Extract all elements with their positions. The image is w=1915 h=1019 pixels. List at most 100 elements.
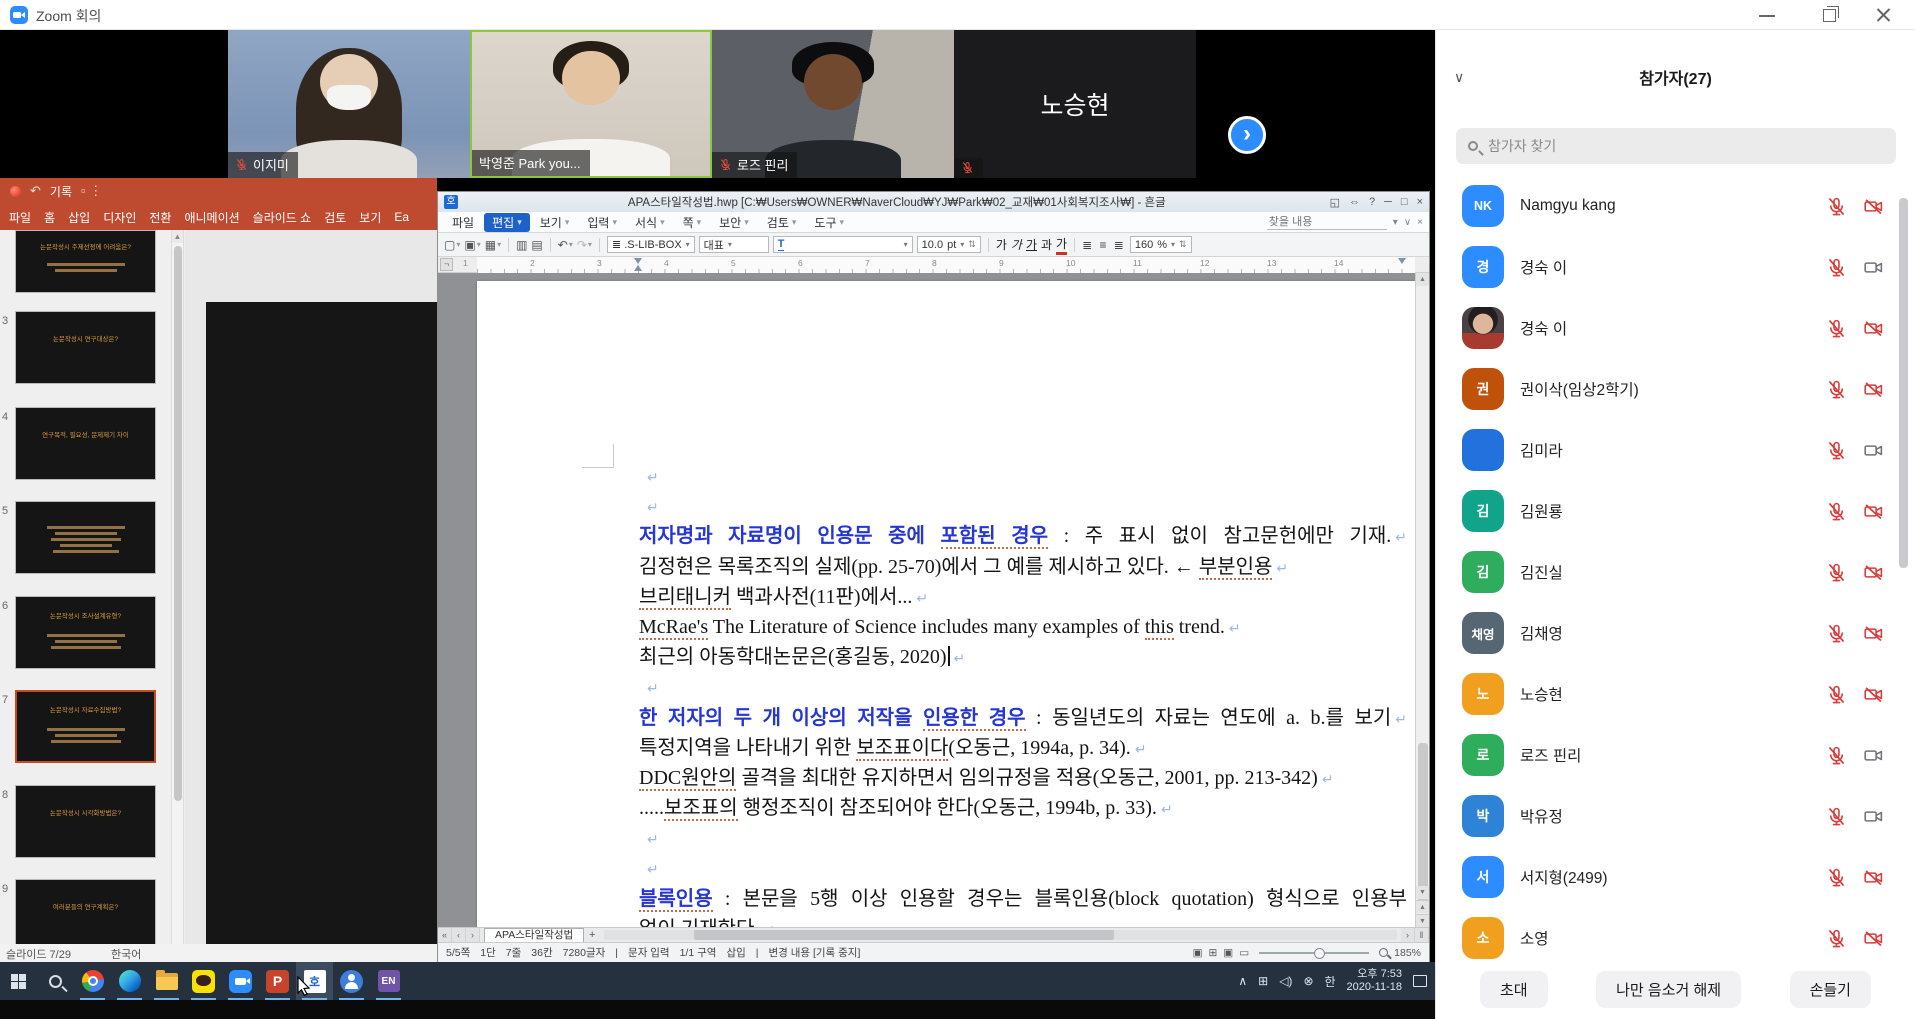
find-control-icon[interactable]: × [1417, 217, 1423, 228]
tab-nav-button[interactable]: « [438, 928, 452, 942]
participant-row[interactable]: 권권이삭(임상2학기) [1436, 361, 1898, 417]
hwp-menu-입력[interactable]: 입력▾ [579, 213, 625, 232]
hwp-menu-보기[interactable]: 보기▾ [532, 213, 578, 232]
scroll-up-icon[interactable]: ▲ [1416, 273, 1429, 286]
view-mode-icon[interactable]: ▣ [1193, 947, 1203, 959]
close-icon[interactable]: × [1417, 196, 1423, 209]
ppt-menu-item[interactable]: 파일 [9, 209, 31, 226]
page-up-button[interactable]: ▲ [1416, 900, 1429, 913]
tray-icon[interactable]: ⊞ [1258, 974, 1268, 988]
scroll-right-button[interactable]: › [1401, 928, 1415, 942]
new-document-icon[interactable]: ▢▾ [444, 238, 460, 252]
endnote-app[interactable]: EN [370, 962, 407, 1000]
save-icon[interactable]: ▦▾ [485, 238, 501, 252]
video-tile[interactable]: 박영준 Park you... [470, 30, 712, 178]
find-input[interactable] [1267, 215, 1387, 230]
zoom-app[interactable] [222, 962, 259, 1000]
restore-button[interactable] [1807, 0, 1853, 30]
open-icon[interactable]: ▣▾ [464, 238, 480, 252]
print-icon[interactable]: ▥ [516, 238, 527, 252]
document-page[interactable]: ↵↵저자명과 자료명이 인용문 중에 포함된 경우 : 주 표시 없이 참고문헌… [477, 281, 1415, 927]
participant-row[interactable]: 경경숙 이 [1436, 239, 1898, 295]
indent-marker[interactable] [634, 265, 642, 271]
find-control-icon[interactable]: ▾ [1393, 217, 1398, 228]
find-control-icon[interactable]: ∨ [1404, 217, 1411, 228]
slide-thumbnail[interactable]: 논문작성시 시각화방법은? [15, 785, 156, 858]
raise-hand-button[interactable]: 손들기 [1790, 971, 1871, 1008]
scroll-right-button[interactable]: ‖ [1415, 928, 1429, 942]
tab-nav-button[interactable]: ‹ [452, 928, 466, 942]
tab-nav-button[interactable]: › [466, 928, 480, 942]
tray-icon[interactable]: ⊗ [1303, 974, 1313, 988]
participant-row[interactable]: 채영김채영 [1436, 605, 1898, 661]
view-mode-icon[interactable]: ▣ [1223, 947, 1233, 959]
ppt-menu-item[interactable]: 전환 [149, 209, 171, 226]
scrollbar-thumb[interactable] [694, 930, 1114, 940]
style-combo[interactable]: ≣ .S-LIB-BOX▾ [607, 236, 695, 253]
minimize-icon[interactable]: ─ [1384, 196, 1392, 209]
video-tile[interactable]: 노승현 [954, 30, 1196, 178]
participant-row[interactable]: 로로즈 핀리 [1436, 727, 1898, 783]
hwp-menu-도구[interactable]: 도구▾ [806, 213, 852, 232]
powerpoint-app[interactable]: P [259, 962, 296, 1000]
redo-icon[interactable]: ↷▾ [577, 238, 592, 252]
ime-indicator[interactable]: 한 [1325, 973, 1336, 990]
maximize-icon[interactable]: □ [1401, 196, 1408, 209]
ppt-menu-item[interactable]: 슬라이드 쇼 [253, 209, 312, 226]
copy-icon[interactable]: ▤ [531, 238, 542, 252]
scroll-up-icon[interactable]: ▲ [172, 230, 183, 243]
hwp-menu-검토[interactable]: 검토▾ [759, 213, 805, 232]
page-down-button[interactable]: ▼ [1416, 914, 1429, 927]
scrollbar-thumb[interactable] [174, 246, 182, 801]
participant-row[interactable]: 경숙 이 [1436, 300, 1898, 356]
participant-row[interactable]: 소소영 [1436, 910, 1898, 966]
bold-button[interactable]: 가 [996, 236, 1007, 253]
char-scale-combo[interactable]: 160%▾⇅ [1130, 236, 1192, 253]
char-style-button[interactable]: 과 [1041, 236, 1052, 253]
close-button[interactable] [1861, 0, 1907, 30]
participant-row[interactable]: 김미라 [1436, 422, 1898, 478]
notification-center-icon[interactable] [1413, 975, 1427, 987]
scrollbar-thumb[interactable] [1418, 743, 1428, 903]
video-tile[interactable]: 로즈 핀리 [712, 30, 954, 178]
align-buttons[interactable]: ≣ ≡ ≣ [1082, 238, 1126, 252]
ppt-menu-item[interactable]: 애니메이션 [184, 209, 239, 226]
tray-icon[interactable]: ◁) [1279, 974, 1292, 988]
participant-row[interactable]: 박박유정 [1436, 788, 1898, 844]
next-page-button[interactable]: › [1228, 116, 1266, 154]
chrome-app[interactable] [74, 962, 111, 1000]
slide-panel-scrollbar[interactable]: ▲ [171, 230, 184, 944]
participant-row[interactable]: 김김진실 [1436, 544, 1898, 600]
ppt-menu-item[interactable]: 보기 [359, 209, 381, 226]
document-tab[interactable]: APA스타일작성법 [484, 928, 584, 942]
slide-thumbnail[interactable]: 여러분들의 연구계획은? [15, 879, 156, 952]
ppt-menu-item[interactable]: 검토 [324, 209, 346, 226]
right-indent-marker[interactable] [1398, 258, 1406, 264]
slide-thumbnail[interactable]: 논문작성시 주제선정에 어려움은? [15, 230, 156, 293]
participants-scrollbar[interactable] [1899, 198, 1908, 568]
slide-thumbnail[interactable] [15, 501, 156, 574]
highlight-button[interactable]: 가 [1056, 235, 1067, 255]
vertical-scrollbar[interactable]: ▲ ▼ ▲ ▼ [1415, 273, 1429, 927]
split-icon[interactable]: ⇔ [1349, 196, 1360, 209]
font-size-combo[interactable]: 10.0pt▾⇅ [917, 236, 981, 253]
view-mode-icon[interactable]: ⊞ [1208, 947, 1217, 959]
unmute-me-button[interactable]: 나만 음소거 해제 [1596, 971, 1741, 1008]
participant-row[interactable]: 김김원룡 [1436, 483, 1898, 539]
ppt-menu-item[interactable]: 디자인 [103, 209, 136, 226]
ppt-menu-item[interactable]: 홈 [44, 209, 55, 226]
minimize-button[interactable] [1745, 0, 1791, 30]
underline-button[interactable]: 가 [1026, 236, 1037, 253]
undo-icon[interactable]: ↶ [30, 183, 41, 199]
italic-button[interactable]: 가 [1011, 236, 1022, 253]
ppt-menu-item[interactable]: Ea [394, 210, 409, 224]
ppt-menu-item[interactable]: 삽입 [68, 209, 90, 226]
kakaotalk-app[interactable] [185, 962, 222, 1000]
video-tile[interactable]: 이지미 [228, 30, 470, 178]
participant-row[interactable]: 노노승현 [1436, 666, 1898, 722]
slide-thumbnail[interactable]: 논문작성시 자료수집방법? [15, 690, 156, 763]
scroll-down-icon[interactable]: ▼ [1416, 886, 1429, 899]
hwp-menu-쪽[interactable]: 쪽▾ [675, 213, 710, 232]
slide-thumbnail[interactable]: 논문작성시 연구대상은? [15, 311, 156, 384]
participant-row[interactable]: 서서지형(2499) [1436, 849, 1898, 905]
